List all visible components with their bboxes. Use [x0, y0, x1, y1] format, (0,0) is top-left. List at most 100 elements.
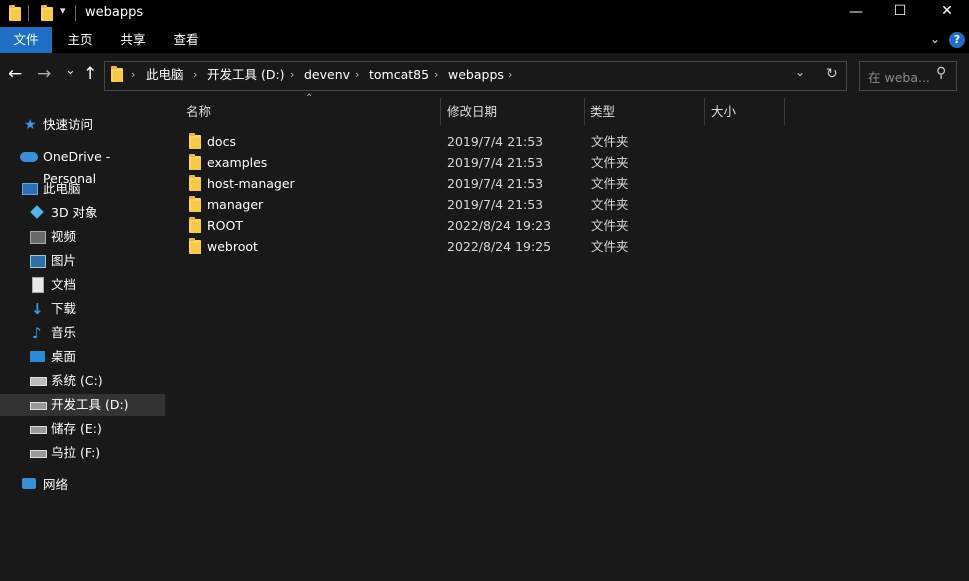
folder-icon — [189, 175, 201, 191]
column-divider[interactable] — [440, 98, 441, 125]
sidebar-item-label: 文档 — [51, 277, 77, 292]
sidebar-item-label: 下载 — [51, 301, 77, 316]
star-icon: ★ — [24, 117, 37, 133]
sidebar-item-label: 音乐 — [51, 325, 77, 340]
video-icon — [30, 231, 46, 244]
tab-file[interactable]: 文件 — [0, 27, 52, 53]
sidebar-item-label: 视频 — [51, 229, 77, 244]
refresh-icon[interactable]: ↻ — [826, 66, 838, 82]
sidebar-item-network[interactable]: 网络 — [0, 474, 165, 496]
sidebar-item-pictures[interactable]: 图片 — [0, 250, 165, 272]
sidebar-item-video[interactable]: 视频 — [0, 226, 165, 248]
minimize-button[interactable]: — — [836, 4, 876, 20]
breadcrumb-separator-icon: › — [131, 68, 136, 81]
sidebar-item-label: 网络 — [43, 477, 69, 492]
drive-icon — [30, 450, 47, 458]
sidebar-item-desktop[interactable]: 桌面 — [0, 346, 165, 368]
help-icon[interactable]: ? — [949, 32, 965, 48]
network-icon — [22, 478, 36, 489]
tab-view[interactable]: 查看 — [162, 27, 210, 53]
sidebar-item-drive-d[interactable]: 开发工具 (D:) — [0, 394, 165, 416]
divider — [75, 5, 76, 21]
file-name: examples — [207, 155, 268, 170]
sidebar-item-3d-objects[interactable]: 3D 对象 — [0, 202, 165, 224]
up-arrow-icon[interactable]: ↑ — [83, 64, 97, 84]
breadcrumb-separator-icon: › — [508, 68, 513, 81]
sidebar-item-drive-e[interactable]: 储存 (E:) — [0, 418, 165, 440]
folder-icon — [111, 66, 123, 82]
computer-icon — [22, 183, 38, 195]
file-type: 文件夹 — [591, 134, 629, 149]
3d-objects-icon — [30, 205, 44, 219]
folder-icon — [9, 5, 21, 21]
sidebar-item-drive-f[interactable]: 乌拉 (F:) — [0, 442, 165, 464]
sidebar-item-downloads[interactable]: ↓ 下载 — [0, 298, 165, 320]
column-divider[interactable] — [704, 98, 705, 125]
table-row[interactable]: examples 2019/7/4 21:53 文件夹 — [165, 152, 969, 173]
breadcrumb-dev-tools[interactable]: 开发工具 (D:) — [207, 67, 285, 83]
search-input[interactable]: 在 weba... — [868, 67, 930, 86]
drive-icon — [30, 402, 47, 410]
file-type: 文件夹 — [591, 197, 629, 212]
download-icon: ↓ — [31, 300, 44, 318]
sidebar-item-label: 系统 (C:) — [51, 373, 103, 388]
tab-home[interactable]: 主页 — [56, 27, 104, 53]
ribbon-expand-icon[interactable]: ⌄ — [930, 32, 940, 46]
breadcrumb-this-pc[interactable]: 此电脑 — [146, 67, 184, 83]
file-name: host-manager — [207, 176, 295, 191]
drive-icon — [30, 426, 47, 434]
table-row[interactable]: webroot 2022/8/24 19:25 文件夹 — [165, 236, 969, 257]
breadcrumb-tomcat85[interactable]: tomcat85 — [369, 67, 429, 83]
file-modified: 2019/7/4 21:53 — [447, 155, 544, 170]
column-header-name[interactable]: 名称 — [186, 101, 211, 123]
table-row[interactable]: docs 2019/7/4 21:53 文件夹 — [165, 131, 969, 152]
sidebar-item-quick-access[interactable]: ★ 快速访问 — [0, 114, 165, 136]
sidebar-item-label: 快速访问 — [43, 117, 94, 132]
breadcrumb-devenv[interactable]: devenv — [304, 67, 350, 83]
quick-access-toolbar-dropdown-icon[interactable]: ▾ — [60, 4, 66, 17]
documents-icon — [32, 277, 44, 293]
file-modified: 2019/7/4 21:53 — [447, 176, 544, 191]
maximize-button[interactable]: ☐ — [880, 3, 920, 19]
column-divider[interactable] — [584, 98, 585, 125]
breadcrumb-webapps[interactable]: webapps — [448, 67, 504, 83]
file-type: 文件夹 — [591, 218, 629, 233]
sidebar-item-documents[interactable]: 文档 — [0, 274, 165, 296]
file-modified: 2022/8/24 19:25 — [447, 239, 552, 254]
table-row[interactable]: manager 2019/7/4 21:53 文件夹 — [165, 194, 969, 215]
sidebar-item-label: 桌面 — [51, 349, 77, 364]
sidebar-item-label: 3D 对象 — [51, 205, 98, 220]
sidebar-item-label: 储存 (E:) — [51, 421, 102, 436]
folder-icon — [189, 133, 201, 149]
recent-locations-icon[interactable]: ⌄ — [65, 63, 76, 78]
music-icon: ♪ — [32, 324, 42, 342]
column-header-type[interactable]: 类型 — [590, 101, 615, 123]
window-title: webapps — [85, 5, 144, 20]
folder-icon — [189, 217, 201, 233]
file-type: 文件夹 — [591, 176, 629, 191]
back-arrow-icon[interactable]: ← — [8, 64, 22, 84]
address-history-dropdown-icon[interactable]: ⌄ — [795, 65, 805, 79]
title-bar: ▾ webapps — ☐ ✕ — [0, 0, 969, 27]
new-folder-icon[interactable] — [41, 5, 53, 21]
column-header-modified[interactable]: 修改日期 — [447, 101, 497, 123]
breadcrumb-separator-icon: › — [434, 68, 439, 81]
table-row[interactable]: host-manager 2019/7/4 21:53 文件夹 — [165, 173, 969, 194]
forward-arrow-icon[interactable]: → — [37, 64, 51, 84]
file-modified: 2019/7/4 21:53 — [447, 197, 544, 212]
sort-ascending-icon: ⌃ — [305, 93, 314, 104]
sidebar-item-this-pc[interactable]: 此电脑 — [0, 178, 165, 200]
folder-icon — [189, 196, 201, 212]
breadcrumb-separator-icon: › — [355, 68, 360, 81]
close-button[interactable]: ✕ — [925, 3, 969, 19]
table-row[interactable]: ROOT 2022/8/24 19:23 文件夹 — [165, 215, 969, 236]
column-divider[interactable] — [784, 98, 785, 125]
sidebar-item-music[interactable]: ♪ 音乐 — [0, 322, 165, 344]
file-name: webroot — [207, 239, 258, 254]
sidebar-item-onedrive[interactable]: OneDrive - Personal — [0, 146, 165, 186]
tab-share[interactable]: 共享 — [109, 27, 157, 53]
pictures-icon — [30, 255, 46, 268]
sidebar-item-drive-c[interactable]: 系统 (C:) — [0, 370, 165, 392]
cloud-icon — [20, 152, 38, 162]
column-header-size[interactable]: 大小 — [711, 101, 736, 123]
